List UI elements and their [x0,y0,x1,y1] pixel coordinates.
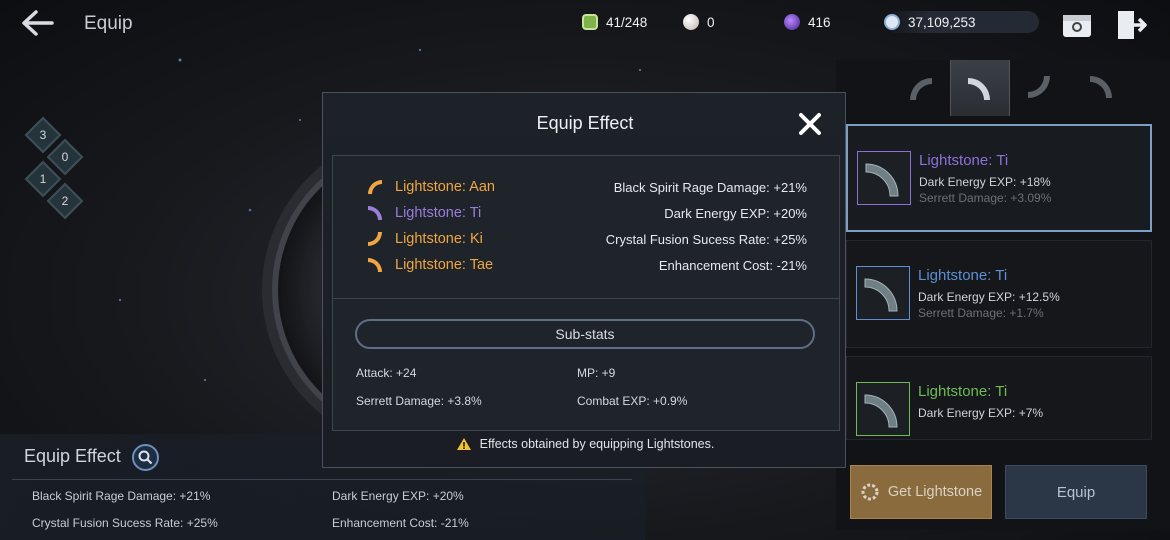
lightstone-effect: Enhancement Cost: -21% [658,257,807,273]
lightstone-tae-icon [368,258,382,272]
lightstone-card-stat: Dark Energy EXP: +18% [919,175,1051,189]
energy-value: 41/248 [606,14,648,30]
modal-note-text: Effects obtained by equipping Lightstone… [479,437,715,451]
lightstone-ti-icon [864,278,898,312]
silver-coin-icon [884,14,900,30]
divider [333,298,839,299]
modal-body: Lightstone: Aan Black Spirit Rage Damage… [332,155,840,431]
modal-title: Equip Effect [536,113,634,133]
lightstone-slot-tabs [836,60,1170,116]
lightstone-row-ki: Lightstone: Ki [365,228,483,250]
exit-door-icon[interactable] [1114,8,1148,42]
lightstone-card-2[interactable]: Lightstone: Ti Dark Energy EXP: +12.5% S… [846,240,1152,348]
modal-note: Effects obtained by equipping Lightstone… [323,437,847,451]
slot-indicator-2-label: 0 [61,150,69,164]
equip-effect-summary-title: Equip Effect [24,446,121,466]
lightstone-slot-2-icon [968,78,990,100]
pearl-value: 0 [707,14,715,30]
dark-energy-counter: 416 [784,11,831,33]
lightstone-ti-icon [865,163,899,197]
silver-counter: 37,109,253 [884,11,1039,33]
lightstone-card-3[interactable]: Lightstone: Ti Dark Energy EXP: +7% [846,356,1152,440]
lightstone-effect: Black Spirit Rage Damage: +21% [613,179,807,195]
summary-effect-row: Crystal Fusion Sucess Rate: +25% [32,516,218,530]
lightstone-card-stat: Dark Energy EXP: +12.5% [918,290,1060,304]
lightstone-name: Lightstone: Ki [395,231,483,247]
lightstone-ti-icon [368,206,382,220]
get-lightstone-button[interactable]: Get Lightstone [850,465,992,519]
pearl-counter: 0 [683,11,715,33]
warning-icon [456,438,471,450]
equip-effect-modal: Equip Effect Lightstone: Aan Black Spiri… [322,92,846,468]
lightstone-thumbnail [857,151,911,205]
lightstone-card-stat: Dark Energy EXP: +7% [918,406,1044,420]
lightstone-slot-1-icon [910,78,932,100]
close-icon[interactable] [797,111,823,137]
substat-item: Serrett Damage: +3.8% [356,394,482,408]
summary-effect-row: Enhancement Cost: -21% [332,516,469,530]
tab-slot-3[interactable] [1010,60,1070,116]
lightstone-card-name: Lightstone: Ti [918,383,1008,400]
silver-value: 37,109,253 [908,14,976,30]
lightstone-effect: Crystal Fusion Sucess Rate: +25% [605,231,807,247]
lightstone-row-aan: Lightstone: Aan [365,176,495,198]
tab-slot-1[interactable] [890,60,950,116]
summary-effect-row: Dark Energy EXP: +20% [332,489,464,503]
substat-item: Combat EXP: +0.9% [577,394,688,408]
equip-button[interactable]: Equip [1005,465,1147,519]
dark-orb-icon [784,14,800,30]
back-arrow-icon[interactable] [18,6,58,40]
lightstone-ti-icon [864,394,898,428]
lightstone-slot-3-icon [1028,76,1050,98]
tab-slot-2[interactable] [950,60,1010,116]
lightstone-card-name: Lightstone: Ti [919,152,1009,169]
lightstone-card-substat: Serrett Damage: +1.7% [918,306,1044,320]
lightstone-row-ti: Lightstone: Ti [365,202,481,224]
substat-item: Attack: +24 [356,366,417,380]
gear-icon [861,483,879,501]
lightstone-name: Lightstone: Aan [395,179,495,195]
tab-slot-4[interactable] [1070,60,1130,116]
page-title: Equip [84,13,133,34]
lightstone-card-name: Lightstone: Ti [918,267,1008,284]
lightstone-row-tae: Lightstone: Tae [365,254,493,276]
lightstone-aan-icon [368,180,382,194]
substats-header: Sub-stats [355,319,815,349]
slot-indicator-4-label: 2 [61,194,69,208]
lightstone-ki-icon [368,232,382,246]
lightstone-thumbnail [856,382,910,436]
dark-energy-value: 416 [808,14,831,30]
substat-item: MP: +9 [577,366,616,380]
slot-indicator-1-label: 3 [39,128,47,142]
lightstone-slot-4-icon [1090,76,1112,98]
summary-effect-row: Black Spirit Rage Damage: +21% [32,489,211,503]
lightstone-name: Lightstone: Ti [395,205,482,221]
get-lightstone-label: Get Lightstone [887,484,983,500]
lightstone-name: Lightstone: Tae [395,257,494,273]
equip-effect-details-button[interactable] [132,444,159,471]
search-icon [138,450,153,465]
pearl-icon [683,14,699,30]
divider [12,479,632,480]
lightstone-effect: Dark Energy EXP: +20% [664,205,807,221]
energy-icon [582,14,598,30]
lightstone-thumbnail [856,266,910,320]
energy-counter: 41/248 [582,11,647,33]
storage-box-icon[interactable] [1060,8,1094,42]
lightstone-card-substat: Serrett Damage: +3.09% [919,191,1052,205]
slot-indicator-3-label: 1 [39,172,47,186]
lightstone-card-1[interactable]: Lightstone: Ti Dark Energy EXP: +18% Ser… [846,124,1152,232]
